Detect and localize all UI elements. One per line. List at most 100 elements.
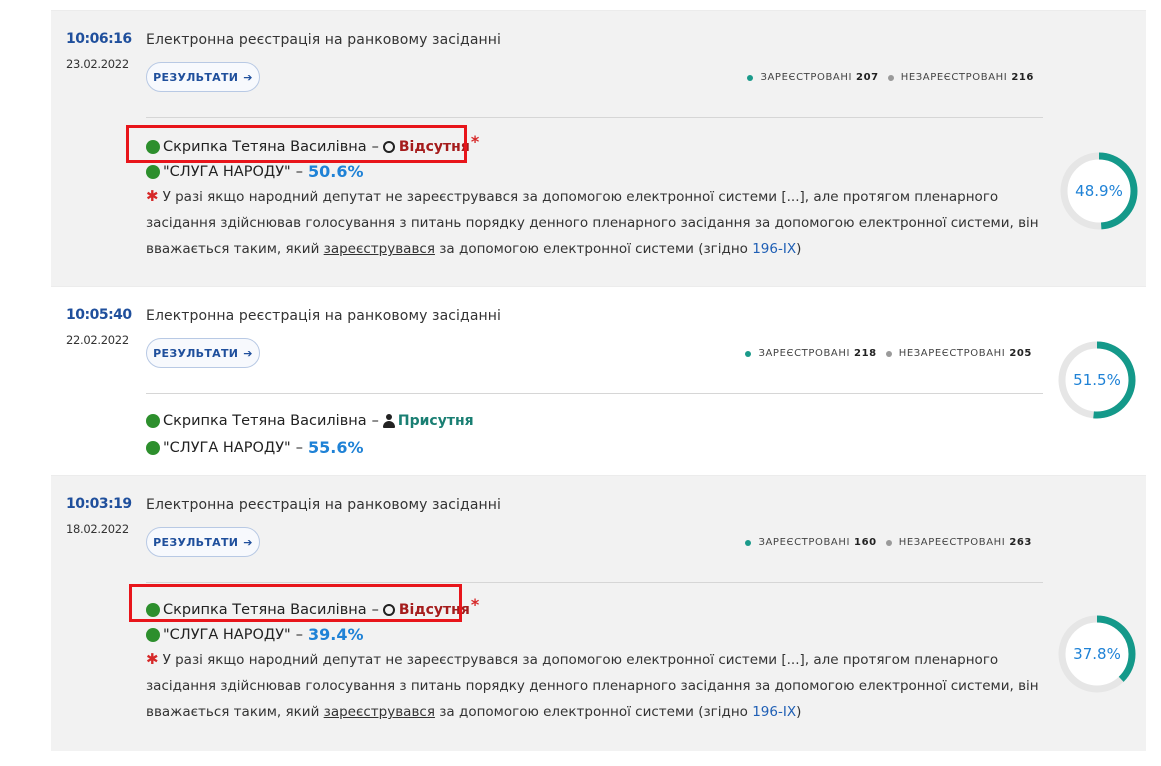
registration-stats: ЗАРЕЄСТРОВАНІ 218 НЕЗАРЕЄСТРОВАНІ 205 — [745, 348, 1032, 359]
faction-dot-icon — [146, 414, 160, 428]
party-percent: 39.4% — [307, 625, 364, 644]
status-absent: Відсутня — [398, 138, 470, 155]
note-text-2: за допомогою електронної системи (згідно — [434, 241, 753, 257]
absent-circle-icon — [382, 140, 395, 153]
deputy-name: Скрипка Тетяна Василівна — [163, 138, 367, 155]
unregistered-count: 263 — [1009, 537, 1032, 548]
unregistered-dot-icon — [885, 539, 892, 546]
party-row: "СЛУГА НАРОДУ" – 39.4% — [146, 625, 363, 644]
registered-count: 160 — [854, 537, 877, 548]
deputy-status: Скрипка Тетяна Василівна – Присутня — [146, 413, 474, 429]
unregistered-dot-icon — [885, 350, 892, 357]
note-text-2: за допомогою електронної системи (згідно — [434, 704, 753, 720]
faction-dot-icon — [146, 440, 160, 455]
session-date: 23.02.2022 — [66, 57, 129, 71]
deputy-name: Скрипка Тетяна Василівна — [163, 601, 367, 618]
status-absent: Відсутня — [398, 601, 470, 618]
status-present: Присутня — [397, 413, 474, 429]
ring-label: 37.8% — [1073, 645, 1121, 663]
session-time: 10:06:16 — [66, 31, 132, 47]
registration-list: 10:06:16 23.02.2022 Електронна реєстраці… — [51, 10, 1146, 751]
session-card: 10:05:40 22.02.2022 Електронна реєстраці… — [51, 286, 1146, 475]
ring-label: 51.5% — [1073, 371, 1121, 389]
party-percent: 55.6% — [307, 438, 364, 457]
note-end: ) — [796, 704, 802, 720]
deputy-status: Скрипка Тетяна Василівна – Відсутня * — [146, 595, 479, 619]
note-underlined: зареєструвався — [323, 241, 435, 257]
unregistered-label: НЕЗАРЕЄСТРОВАНІ — [900, 72, 1008, 83]
arrow-right-icon: ➔ — [243, 70, 253, 84]
registration-stats: ЗАРЕЄСТРОВАНІ 160 НЕЗАРЕЄСТРОВАНІ 263 — [745, 537, 1032, 548]
unregistered-label: НЕЗАРЕЄСТРОВАНІ — [898, 537, 1006, 548]
registration-stats: ЗАРЕЄСТРОВАНІ 207 НЕЗАРЕЄСТРОВАНІ 216 — [747, 72, 1034, 83]
registered-count: 218 — [854, 348, 877, 359]
session-card: 10:03:19 18.02.2022 Електронна реєстраці… — [51, 475, 1146, 751]
party-row: "СЛУГА НАРОДУ" – 50.6% — [146, 162, 363, 181]
results-button-label: РЕЗУЛЬТАТИ — [153, 535, 239, 549]
party-name: "СЛУГА НАРОДУ" — [163, 163, 291, 180]
unregistered-count: 205 — [1009, 348, 1032, 359]
dash: – — [371, 413, 379, 429]
results-button[interactable]: РЕЗУЛЬТАТИ ➔ — [146, 527, 260, 557]
absent-circle-icon — [382, 603, 395, 616]
party-percent: 50.6% — [307, 162, 364, 181]
ring-label: 48.9% — [1075, 182, 1123, 200]
results-button-label: РЕЗУЛЬТАТИ — [153, 346, 239, 360]
dash: – — [295, 626, 303, 643]
registered-label: ЗАРЕЄСТРОВАНІ — [758, 537, 851, 548]
session-title: Електронна реєстрація на ранковому засід… — [146, 308, 502, 324]
registration-ring: 51.5% — [1057, 340, 1137, 420]
session-date: 18.02.2022 — [66, 522, 129, 536]
deputy-name: Скрипка Тетяна Василівна — [163, 413, 367, 429]
ring-chart: 37.8% — [1058, 615, 1136, 693]
results-button[interactable]: РЕЗУЛЬТАТИ ➔ — [146, 62, 260, 92]
registered-dot-icon — [745, 539, 752, 546]
party-row: "СЛУГА НАРОДУ" – 55.6% — [146, 438, 363, 457]
ring-chart: 48.9% — [1060, 152, 1138, 230]
dash: – — [295, 439, 303, 456]
asterisk-icon: ✱ — [146, 187, 159, 205]
unregistered-count: 216 — [1011, 72, 1034, 83]
user-icon — [382, 414, 395, 428]
note-end: ) — [796, 241, 802, 257]
faction-dot-icon — [146, 627, 160, 642]
registered-dot-icon — [745, 350, 752, 357]
registered-count: 207 — [856, 72, 879, 83]
session-date: 22.02.2022 — [66, 333, 129, 347]
session-time: 10:03:19 — [66, 496, 132, 512]
session-title: Електронна реєстрація на ранковому засід… — [146, 32, 502, 48]
asterisk-icon: * — [470, 595, 480, 614]
results-button[interactable]: РЕЗУЛЬТАТИ ➔ — [146, 338, 260, 368]
registered-label: ЗАРЕЄСТРОВАНІ — [760, 72, 853, 83]
deputy-status: Скрипка Тетяна Василівна – Відсутня * — [146, 132, 479, 156]
results-button-label: РЕЗУЛЬТАТИ — [153, 70, 239, 84]
dash: – — [295, 163, 303, 180]
dash: – — [371, 601, 379, 618]
unregistered-label: НЕЗАРЕЄСТРОВАНІ — [898, 348, 1006, 359]
arrow-right-icon: ➔ — [243, 346, 253, 360]
faction-dot-icon — [146, 164, 160, 179]
dash: – — [371, 138, 379, 155]
ring-chart: 51.5% — [1058, 341, 1136, 419]
asterisk-icon: ✱ — [146, 650, 159, 668]
registration-ring: 37.8% — [1057, 614, 1137, 694]
note-underlined: зареєструвався — [323, 704, 435, 720]
unregistered-dot-icon — [887, 74, 894, 81]
party-name: "СЛУГА НАРОДУ" — [163, 626, 291, 643]
session-title: Електронна реєстрація на ранковому засід… — [146, 497, 502, 513]
divider — [146, 582, 1043, 583]
party-name: "СЛУГА НАРОДУ" — [163, 439, 291, 456]
divider — [146, 393, 1043, 394]
session-time: 10:05:40 — [66, 307, 132, 323]
session-card: 10:06:16 23.02.2022 Електронна реєстраці… — [51, 10, 1146, 286]
law-link[interactable]: 196-IX — [752, 241, 796, 257]
divider — [146, 117, 1043, 118]
registered-label: ЗАРЕЄСТРОВАНІ — [758, 348, 851, 359]
registration-note: ✱ У разі якщо народний депутат не зареєст… — [146, 183, 1056, 262]
registered-dot-icon — [747, 74, 754, 81]
registration-ring: 48.9% — [1059, 151, 1139, 231]
registration-note: ✱ У разі якщо народний депутат не зареєст… — [146, 646, 1056, 725]
law-link[interactable]: 196-IX — [752, 704, 796, 720]
asterisk-icon: * — [470, 132, 480, 151]
faction-dot-icon — [146, 602, 160, 617]
